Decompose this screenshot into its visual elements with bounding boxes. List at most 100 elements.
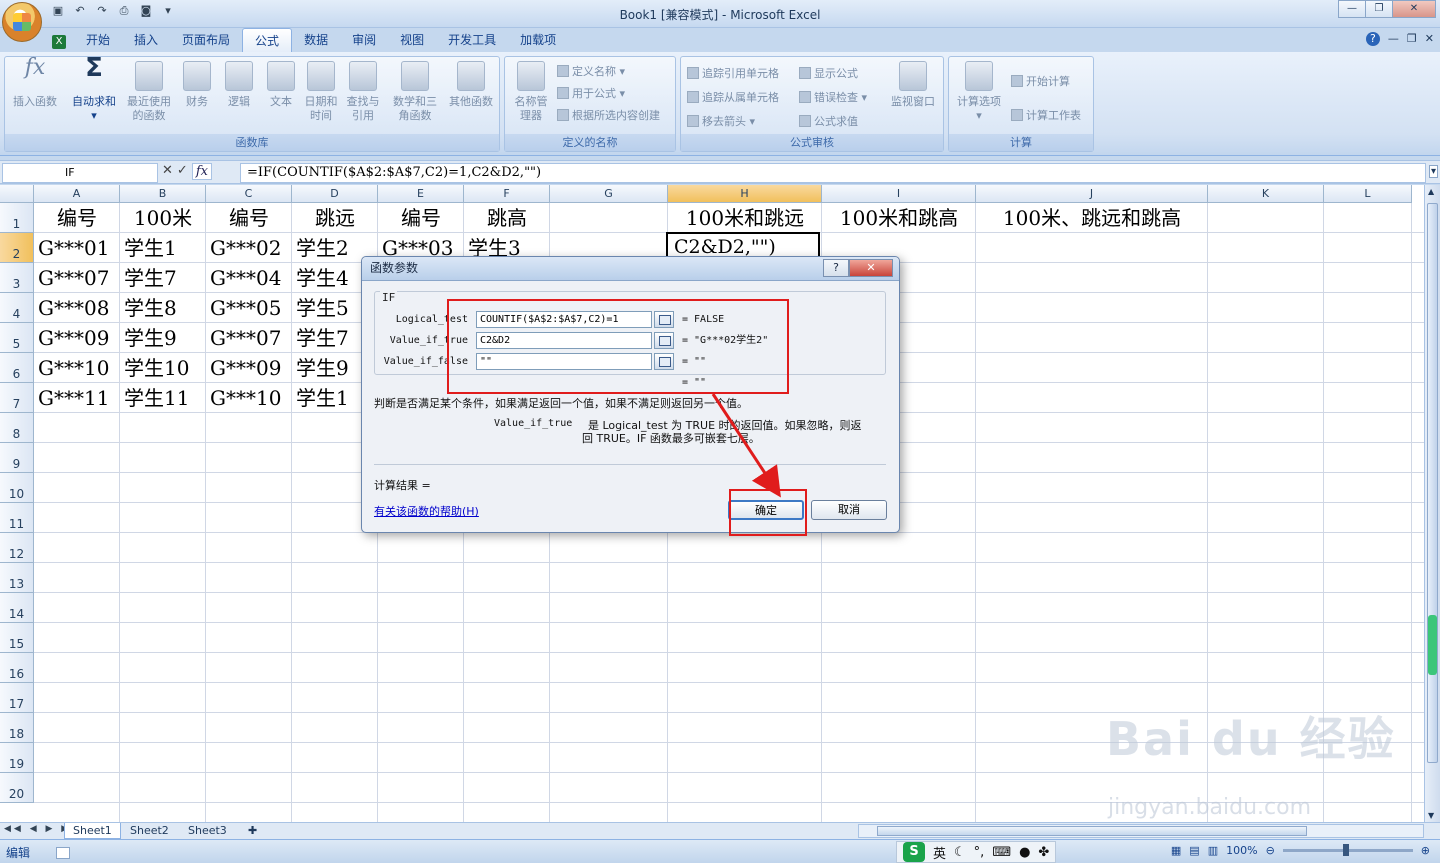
financial-button[interactable]: 财务	[177, 61, 217, 109]
row-header-19[interactable]: 19	[0, 743, 34, 773]
insert-function-icon[interactable]: fx	[191, 163, 212, 180]
dialog-close-icon[interactable]: ✕	[849, 259, 893, 277]
horizontal-scrollbar[interactable]	[858, 824, 1424, 838]
zoom-slider[interactable]	[1282, 844, 1413, 856]
data-cell[interactable]: 学生8	[124, 293, 208, 323]
data-cell[interactable]: 学生9	[124, 323, 208, 353]
row-header-1[interactable]: 1	[0, 203, 34, 233]
header-cell[interactable]: 跳高	[464, 203, 550, 233]
data-cell[interactable]: G***08	[38, 293, 122, 323]
row-header-6[interactable]: 6	[0, 353, 34, 383]
data-cell[interactable]: G***05	[210, 293, 294, 323]
ime-toolbar[interactable]: S 英 ☾ °, ⌨ ● ✤	[896, 841, 1057, 863]
dialog-help-icon[interactable]: ?	[823, 259, 849, 277]
moon-icon[interactable]: ☾	[954, 845, 966, 860]
column-header-a[interactable]: A	[34, 185, 120, 203]
trace-dependents-button[interactable]: 追踪从属单元格	[687, 89, 779, 105]
tab-developer[interactable]: 开发工具	[436, 28, 508, 52]
create-from-selection-button[interactable]: 根据所选内容创建	[557, 107, 660, 123]
grid-menu-icon[interactable]: ✤	[1038, 845, 1049, 860]
row-header-14[interactable]: 14	[0, 593, 34, 623]
row-header-4[interactable]: 4	[0, 293, 34, 323]
lookup-button[interactable]: 查找与引用	[343, 61, 383, 123]
data-cell[interactable]: G***07	[210, 323, 294, 353]
help-icon[interactable]: ?	[1365, 32, 1380, 46]
ribbon-restore-icon[interactable]: ❐	[1407, 32, 1417, 46]
data-cell[interactable]: 学生10	[124, 353, 208, 383]
data-cell[interactable]: G***09	[38, 323, 122, 353]
recent-functions-button[interactable]: 最近使用的函数	[121, 61, 177, 123]
row-header-10[interactable]: 10	[0, 473, 34, 503]
data-cell[interactable]: G***02	[210, 233, 294, 263]
expand-formula-bar-icon[interactable]: ▾	[1428, 165, 1438, 178]
column-header-i[interactable]: I	[822, 185, 976, 203]
tab-review[interactable]: 审阅	[340, 28, 388, 52]
office-button[interactable]	[2, 2, 42, 42]
data-cell[interactable]: G***01	[38, 233, 122, 263]
define-name-button[interactable]: 定义名称 ▾	[557, 63, 625, 79]
zoom-level[interactable]: 100%	[1226, 844, 1257, 857]
calc-now-button[interactable]: 开始计算	[1011, 73, 1070, 89]
punct-icon[interactable]: °,	[974, 845, 985, 860]
column-header-e[interactable]: E	[378, 185, 464, 203]
data-cell[interactable]: G***10	[210, 383, 294, 413]
function-help-link[interactable]: 有关该函数的帮助(H)	[374, 503, 479, 519]
select-all-corner[interactable]	[0, 185, 34, 203]
sheet-tab[interactable]: Sheet3	[180, 823, 235, 839]
data-cell[interactable]: 学生11	[124, 383, 208, 413]
logical-button[interactable]: 逻辑	[219, 61, 259, 109]
column-header-b[interactable]: B	[120, 185, 206, 203]
insert-sheet-icon[interactable]: ✚	[240, 823, 265, 839]
column-header-c[interactable]: C	[206, 185, 292, 203]
keyboard-icon[interactable]: ⌨	[992, 845, 1011, 860]
ribbon-minimize-icon[interactable]: —	[1388, 32, 1399, 46]
user-icon[interactable]: ●	[1019, 845, 1030, 860]
insert-function-button[interactable]: fx 插入函数	[7, 57, 63, 109]
row-header-2[interactable]: 2	[0, 233, 34, 263]
text-functions-button[interactable]: 文本	[261, 61, 301, 109]
horizontal-scroll-thumb[interactable]	[877, 826, 1307, 836]
header-cell[interactable]: 编号	[34, 203, 120, 233]
evaluate-formula-button[interactable]: 公式求值	[799, 113, 858, 129]
ime-lang[interactable]: 英	[933, 843, 946, 862]
tab-home[interactable]: 开始	[74, 28, 122, 52]
row-header-15[interactable]: 15	[0, 623, 34, 653]
name-box[interactable]: IF	[2, 163, 158, 183]
header-cell[interactable]: 100米、跳远和跳高	[976, 203, 1208, 233]
use-in-formula-button[interactable]: 用于公式 ▾	[557, 85, 625, 101]
row-header-11[interactable]: 11	[0, 503, 34, 533]
row-header-16[interactable]: 16	[0, 653, 34, 683]
tab-view[interactable]: 视图	[388, 28, 436, 52]
column-header-f[interactable]: F	[464, 185, 550, 203]
macro-record-icon[interactable]	[55, 847, 70, 859]
scroll-up-icon[interactable]: ▲	[1428, 187, 1434, 196]
error-checking-button[interactable]: 错误检查 ▾	[799, 89, 867, 105]
zoom-out-icon[interactable]: ⊖	[1266, 844, 1275, 857]
column-header-h[interactable]: H	[668, 185, 822, 203]
show-formulas-button[interactable]: 显示公式	[799, 65, 858, 81]
column-header-l[interactable]: L	[1324, 185, 1412, 203]
data-cell[interactable]: G***11	[38, 383, 122, 413]
column-header-j[interactable]: J	[976, 185, 1208, 203]
data-cell[interactable]: 学生1	[124, 233, 208, 263]
data-cell[interactable]: G***07	[38, 263, 122, 293]
header-cell[interactable]: 跳远	[292, 203, 378, 233]
maximize-button[interactable]: ❐	[1365, 0, 1393, 18]
header-cell[interactable]: 100米	[120, 203, 206, 233]
ribbon-close-icon[interactable]: ✕	[1425, 32, 1434, 46]
tab-formulas[interactable]: 公式	[242, 28, 293, 52]
more-functions-button[interactable]: 其他函数	[445, 61, 497, 109]
row-header-18[interactable]: 18	[0, 713, 34, 743]
row-header-5[interactable]: 5	[0, 323, 34, 353]
cancel-icon[interactable]: ✕	[162, 163, 173, 180]
data-cell[interactable]: G***09	[210, 353, 294, 383]
formula-input[interactable]: =IF(COUNTIF($A$2:$A$7,C2)=1,C2&D2,"")	[240, 163, 1426, 183]
tab-addins[interactable]: 加载项	[508, 28, 568, 52]
row-header-3[interactable]: 3	[0, 263, 34, 293]
calc-options-button[interactable]: 计算选项 ▾	[951, 61, 1007, 123]
math-trig-button[interactable]: 数学和三角函数	[389, 61, 441, 123]
tab-insert[interactable]: 插入	[122, 28, 170, 52]
enter-icon[interactable]: ✓	[177, 163, 188, 180]
data-cell[interactable]: 学生7	[124, 263, 208, 293]
column-header-k[interactable]: K	[1208, 185, 1324, 203]
